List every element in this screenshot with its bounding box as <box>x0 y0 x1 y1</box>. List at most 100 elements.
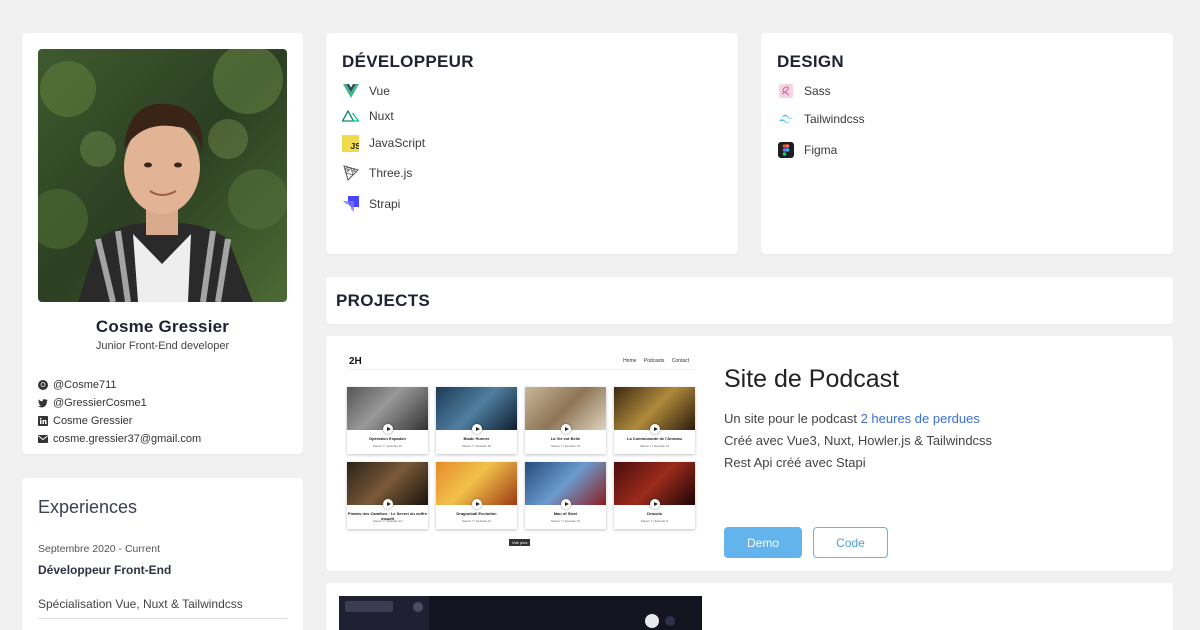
episode-tile: Pirates des Caraïbes : Le Secret du coff… <box>347 462 428 529</box>
developer-skill-list: Vue Nuxt JS JavaScript Three.js Strapi <box>342 81 425 214</box>
episode-title: Dragonball Evolution <box>456 511 497 516</box>
figma-icon <box>777 142 794 159</box>
episode-tile: Opération Espadon Saison 7 | Episode 16 <box>347 387 428 454</box>
profile-photo <box>38 49 287 302</box>
projects-header-card: PROJECTS <box>326 277 1173 324</box>
nuxt-icon <box>342 108 359 125</box>
screenshot-nav-podcasts: Podcasts <box>643 358 665 364</box>
profile-card: Cosme Gressier Junior Front-End develope… <box>22 33 303 454</box>
skill-vue: Vue <box>342 81 425 101</box>
play-icon <box>650 499 660 509</box>
strapi-icon <box>342 196 359 213</box>
episode-meta: Saison 7 | Episode 10 <box>550 519 581 523</box>
contact-email[interactable]: cosme.gressier37@gmail.com <box>38 430 201 448</box>
experiences-title: Experiences <box>38 497 138 517</box>
episode-tile: Man of Steel Saison 7 | Episode 10 <box>525 462 606 529</box>
episode-title: Opération Espadon <box>369 436 406 441</box>
svg-text:JS: JS <box>351 141 360 151</box>
episode-meta: Saison 7 | Episode 12 <box>372 519 403 523</box>
episode-tile: La Vie est Belle Saison 7 | Episode 14 <box>525 387 606 454</box>
skill-vue-label: Vue <box>369 84 390 98</box>
play-icon <box>472 424 482 434</box>
tailwindcss-icon <box>777 111 794 128</box>
screenshot-location-icon <box>665 616 675 626</box>
play-icon <box>383 499 393 509</box>
contact-twitter-text: @GressierCosme1 <box>53 397 147 409</box>
episode-meta: Saison 7 | Episode 13 <box>639 444 670 448</box>
play-icon <box>561 499 571 509</box>
contact-list: @Cosme711 @GressierCosme1 Cosme Gressier… <box>38 376 201 448</box>
vue-icon <box>342 83 359 100</box>
skill-tailwindcss: Tailwindcss <box>777 109 865 129</box>
design-skills-card: DESIGN Sass Tailwindcss Figma <box>761 33 1173 254</box>
screenshot-nav-home: Home <box>623 358 637 364</box>
skill-sass: Sass <box>777 81 865 101</box>
skill-strapi-label: Strapi <box>369 197 401 211</box>
design-skill-list: Sass Tailwindcss Figma <box>777 81 865 160</box>
project-desc-line2: Créé avec Vue3, Nuxt, Howler.js & Tailwi… <box>724 433 993 448</box>
episode-tile: Dragonball Evolution Saison 7 | Episode … <box>436 462 517 529</box>
play-icon <box>383 424 393 434</box>
contact-github[interactable]: @Cosme711 <box>38 376 201 394</box>
screenshot-weather-icon <box>645 614 659 628</box>
experiences-card: Experiences Septembre 2020 - Current Dév… <box>22 478 303 630</box>
developer-title: DÉVELOPPEUR <box>342 52 474 71</box>
episode-tile: Blade Runner Saison 7 | Episode 15 <box>436 387 517 454</box>
episode-title: Blade Runner <box>463 436 490 441</box>
episode-meta: Saison 7 | Episode 11 <box>462 519 491 523</box>
skill-javascript: JS JavaScript <box>342 132 425 154</box>
experience-description: Spécialisation Vue, Nuxt & Tailwindcss <box>38 597 243 611</box>
project-desc-line3: Rest Api créé avec Stapi <box>724 455 866 470</box>
project-title: Site de Podcast <box>724 365 900 393</box>
screenshot-logo: 2H <box>349 356 362 367</box>
screenshot-nav-links: Home Podcasts Contact <box>617 358 689 364</box>
demo-button[interactable]: Demo <box>724 527 802 558</box>
play-icon <box>472 499 482 509</box>
skill-sass-label: Sass <box>804 84 831 98</box>
mail-icon <box>38 434 48 444</box>
contact-email-text: cosme.gressier37@gmail.com <box>53 433 202 445</box>
contact-linkedin[interactable]: Cosme Gressier <box>38 412 201 430</box>
episode-meta: Saison 7 | Episode 16 <box>372 444 403 448</box>
skill-nuxt-label: Nuxt <box>369 109 394 123</box>
javascript-icon: JS <box>342 134 360 152</box>
profile-role: Junior Front-End developer <box>95 340 230 352</box>
contact-linkedin-text: Cosme Gressier <box>53 415 133 427</box>
sass-icon <box>777 83 794 100</box>
skill-figma: Figma <box>777 140 865 160</box>
episode-title: La Vie est Belle <box>550 436 581 441</box>
projects-title: PROJECTS <box>336 291 431 310</box>
skill-threejs: Three.js <box>342 163 425 183</box>
project-card: 2H Home Podcasts Contact Opération Espad… <box>326 336 1173 571</box>
podcast-link[interactable]: 2 heures de perdues <box>861 411 980 426</box>
skill-javascript-label: JavaScript <box>369 136 426 150</box>
divider <box>38 618 287 619</box>
project-card <box>326 583 1173 630</box>
project-description: Un site pour le podcast 2 heures de perd… <box>724 408 992 474</box>
play-icon <box>561 424 571 434</box>
screenshot-search-box <box>345 601 393 612</box>
episode-title: La Communauté de l'Anneau <box>627 436 682 441</box>
contact-twitter[interactable]: @GressierCosme1 <box>38 394 201 412</box>
episode-meta: Saison 7 | Episode 15 <box>461 444 492 448</box>
code-button[interactable]: Code <box>813 527 888 558</box>
contact-github-text: @Cosme711 <box>53 379 117 391</box>
skill-threejs-label: Three.js <box>369 166 413 180</box>
project-desc-line1: Un site pour le podcast 2 heures de perd… <box>724 408 992 430</box>
design-title: DESIGN <box>777 52 844 71</box>
developer-skills-card: DÉVELOPPEUR Vue Nuxt JS JavaScript Three… <box>326 33 738 254</box>
skill-nuxt: Nuxt <box>342 106 425 126</box>
episode-title: Dracula <box>647 511 662 516</box>
episode-meta: Saison 7 | Episode 9 <box>640 519 669 523</box>
experience-date: Septembre 2020 - Current <box>38 543 160 555</box>
experience-role: Développeur Front-End <box>38 563 172 577</box>
skill-strapi: Strapi <box>342 194 425 214</box>
episode-meta: Saison 7 | Episode 14 <box>550 444 581 448</box>
episode-tile: Dracula Saison 7 | Episode 9 <box>614 462 695 529</box>
github-icon <box>38 380 48 390</box>
skill-tailwindcss-label: Tailwindcss <box>804 112 865 126</box>
threejs-icon <box>342 165 359 182</box>
skill-figma-label: Figma <box>804 143 838 157</box>
screenshot-more-button: Voir plus <box>509 539 531 546</box>
project-screenshot <box>339 596 702 630</box>
